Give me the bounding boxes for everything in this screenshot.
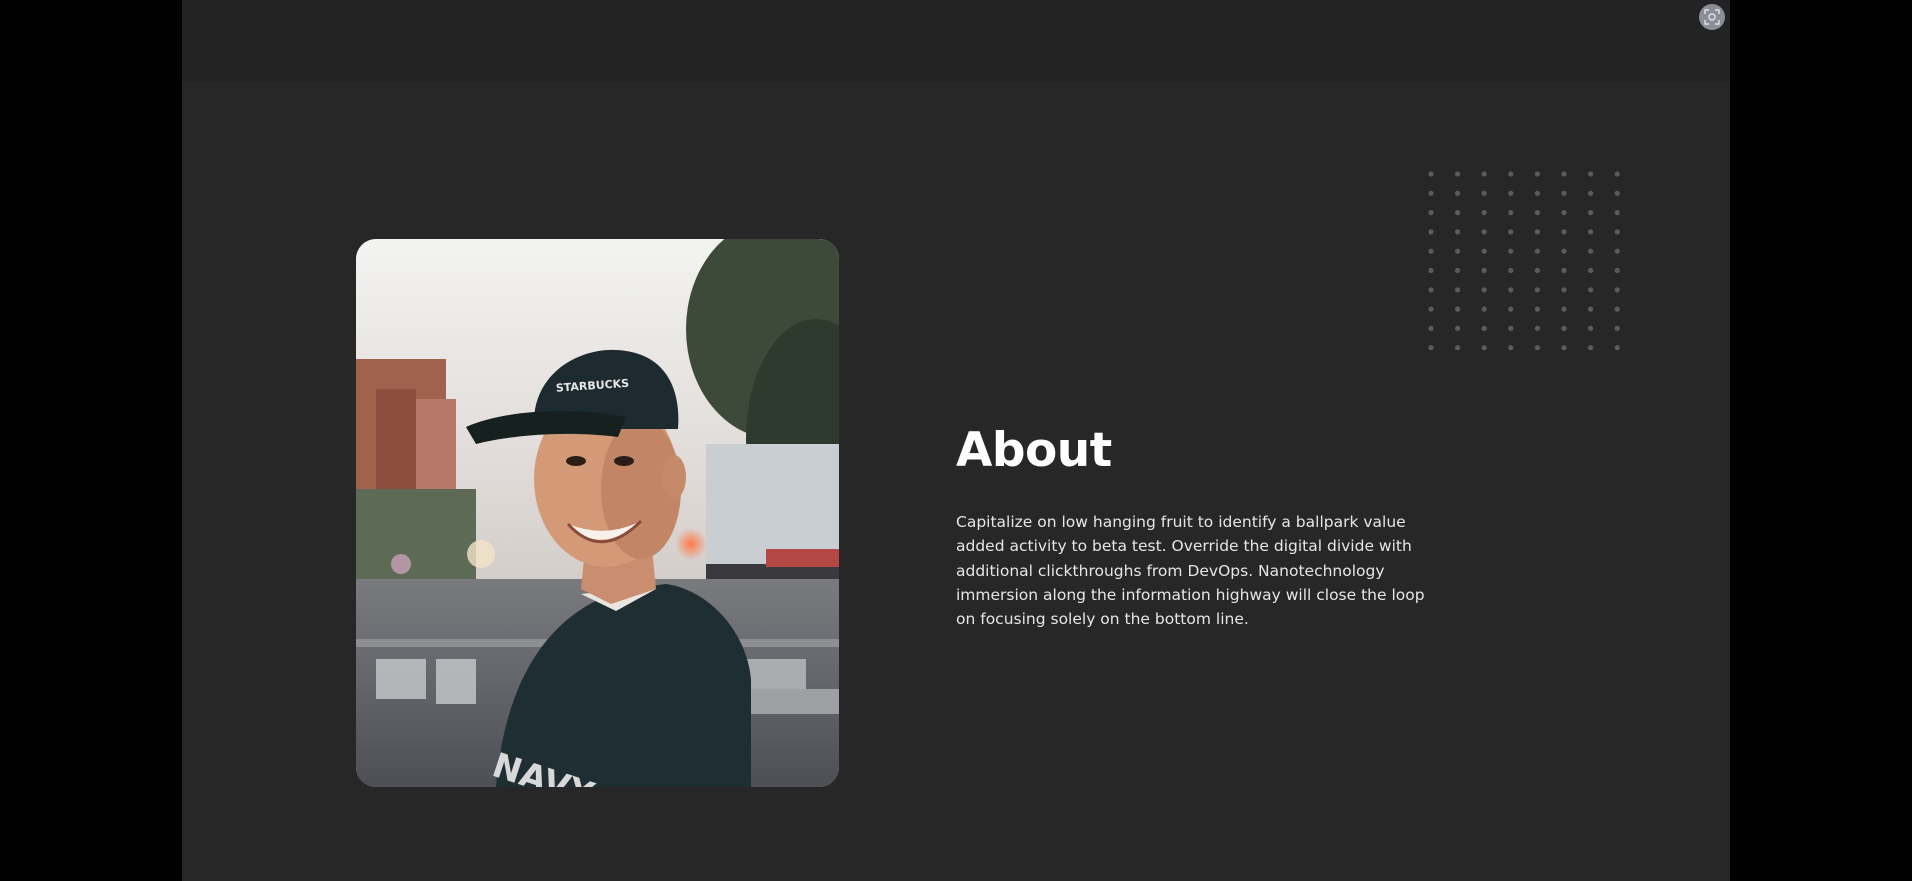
grid-dot	[1614, 248, 1620, 254]
grid-dot	[1455, 345, 1461, 351]
grid-dot	[1614, 345, 1620, 351]
grid-dot	[1614, 210, 1620, 216]
grid-dot	[1534, 248, 1540, 254]
grid-dot	[1561, 267, 1567, 274]
grid-dot	[1534, 229, 1540, 235]
grid-dot	[1455, 171, 1461, 177]
grid-dot	[1561, 248, 1567, 254]
grid-dot	[1428, 306, 1434, 312]
grid-dot	[1561, 190, 1567, 196]
grid-dot	[1534, 210, 1540, 216]
page-frame: NAVY STARBUCKS About Capitalize on low h…	[182, 0, 1730, 881]
grid-dot	[1561, 210, 1567, 216]
grid-dot	[1455, 190, 1461, 196]
grid-dot	[1481, 345, 1487, 351]
grid-dot	[1561, 287, 1567, 293]
grid-dot	[1534, 190, 1540, 196]
grid-dot	[1481, 306, 1487, 312]
grid-dot	[1534, 287, 1540, 293]
about-description: Capitalize on low hanging fruit to ident…	[956, 513, 1425, 629]
grid-dot	[1455, 287, 1461, 293]
grid-dot	[1588, 267, 1594, 274]
grid-dot	[1588, 345, 1594, 351]
grid-dot	[1534, 171, 1540, 177]
grid-dot	[1508, 325, 1514, 331]
grid-dot	[1428, 171, 1434, 177]
profile-photo: NAVY STARBUCKS	[356, 239, 839, 787]
grid-dot	[1588, 248, 1594, 254]
grid-dot	[1614, 325, 1620, 331]
grid-dot	[1534, 306, 1540, 312]
grid-dot	[1508, 190, 1514, 196]
grid-dot	[1614, 287, 1620, 293]
grid-dot	[1534, 345, 1540, 351]
top-bar	[182, 0, 1730, 82]
grid-dot	[1428, 229, 1434, 235]
grid-dot	[1508, 306, 1514, 312]
grid-dot	[1588, 229, 1594, 235]
about-heading: About	[956, 423, 1112, 478]
grid-dot	[1428, 248, 1434, 254]
grid-dot	[1481, 325, 1487, 331]
grid-dot	[1588, 325, 1594, 331]
grid-dot	[1588, 210, 1594, 216]
grid-dot	[1481, 171, 1487, 177]
grid-dot	[1455, 267, 1461, 274]
grid-dot	[1534, 325, 1540, 331]
grid-dot	[1481, 229, 1487, 235]
grid-dot	[1614, 229, 1620, 235]
grid-dot	[1534, 267, 1540, 274]
grid-dot	[1428, 287, 1434, 293]
grid-dot	[1481, 267, 1487, 274]
grid-dot	[1428, 267, 1434, 274]
grid-dot	[1508, 267, 1514, 274]
grid-dot	[1455, 325, 1461, 331]
grid-dot	[1508, 210, 1514, 216]
grid-dot	[1588, 171, 1594, 177]
grid-dot	[1455, 306, 1461, 312]
grid-dot	[1428, 325, 1434, 331]
grid-dot	[1428, 190, 1434, 196]
grid-dot	[1455, 229, 1461, 235]
grid-dot	[1561, 171, 1567, 177]
grid-dot	[1561, 325, 1567, 331]
grid-dot	[1588, 190, 1594, 196]
grid-dot	[1614, 267, 1620, 274]
grid-dot	[1508, 171, 1514, 177]
grid-dot	[1481, 210, 1487, 216]
grid-dot	[1561, 229, 1567, 235]
grid-dot	[1481, 287, 1487, 293]
grid-dot	[1508, 287, 1514, 293]
grid-dot	[1455, 210, 1461, 216]
grid-dot	[1561, 306, 1567, 312]
grid-dot	[1428, 210, 1434, 216]
grid-dot	[1614, 171, 1620, 177]
grid-dot	[1614, 190, 1620, 196]
screenshot-capture-icon[interactable]	[1699, 4, 1725, 30]
grid-dot	[1614, 306, 1620, 312]
grid-dot	[1455, 248, 1461, 254]
grid-dot	[1481, 190, 1487, 196]
grid-dot	[1508, 229, 1514, 235]
grid-dot	[1481, 248, 1487, 254]
grid-dot	[1588, 287, 1594, 293]
grid-dot	[1508, 345, 1514, 351]
grid-dot	[1428, 345, 1434, 351]
grid-dot	[1588, 306, 1594, 312]
grid-dot	[1561, 345, 1567, 351]
grid-dot	[1508, 248, 1514, 254]
dot-grid-decoration	[1428, 171, 1620, 351]
